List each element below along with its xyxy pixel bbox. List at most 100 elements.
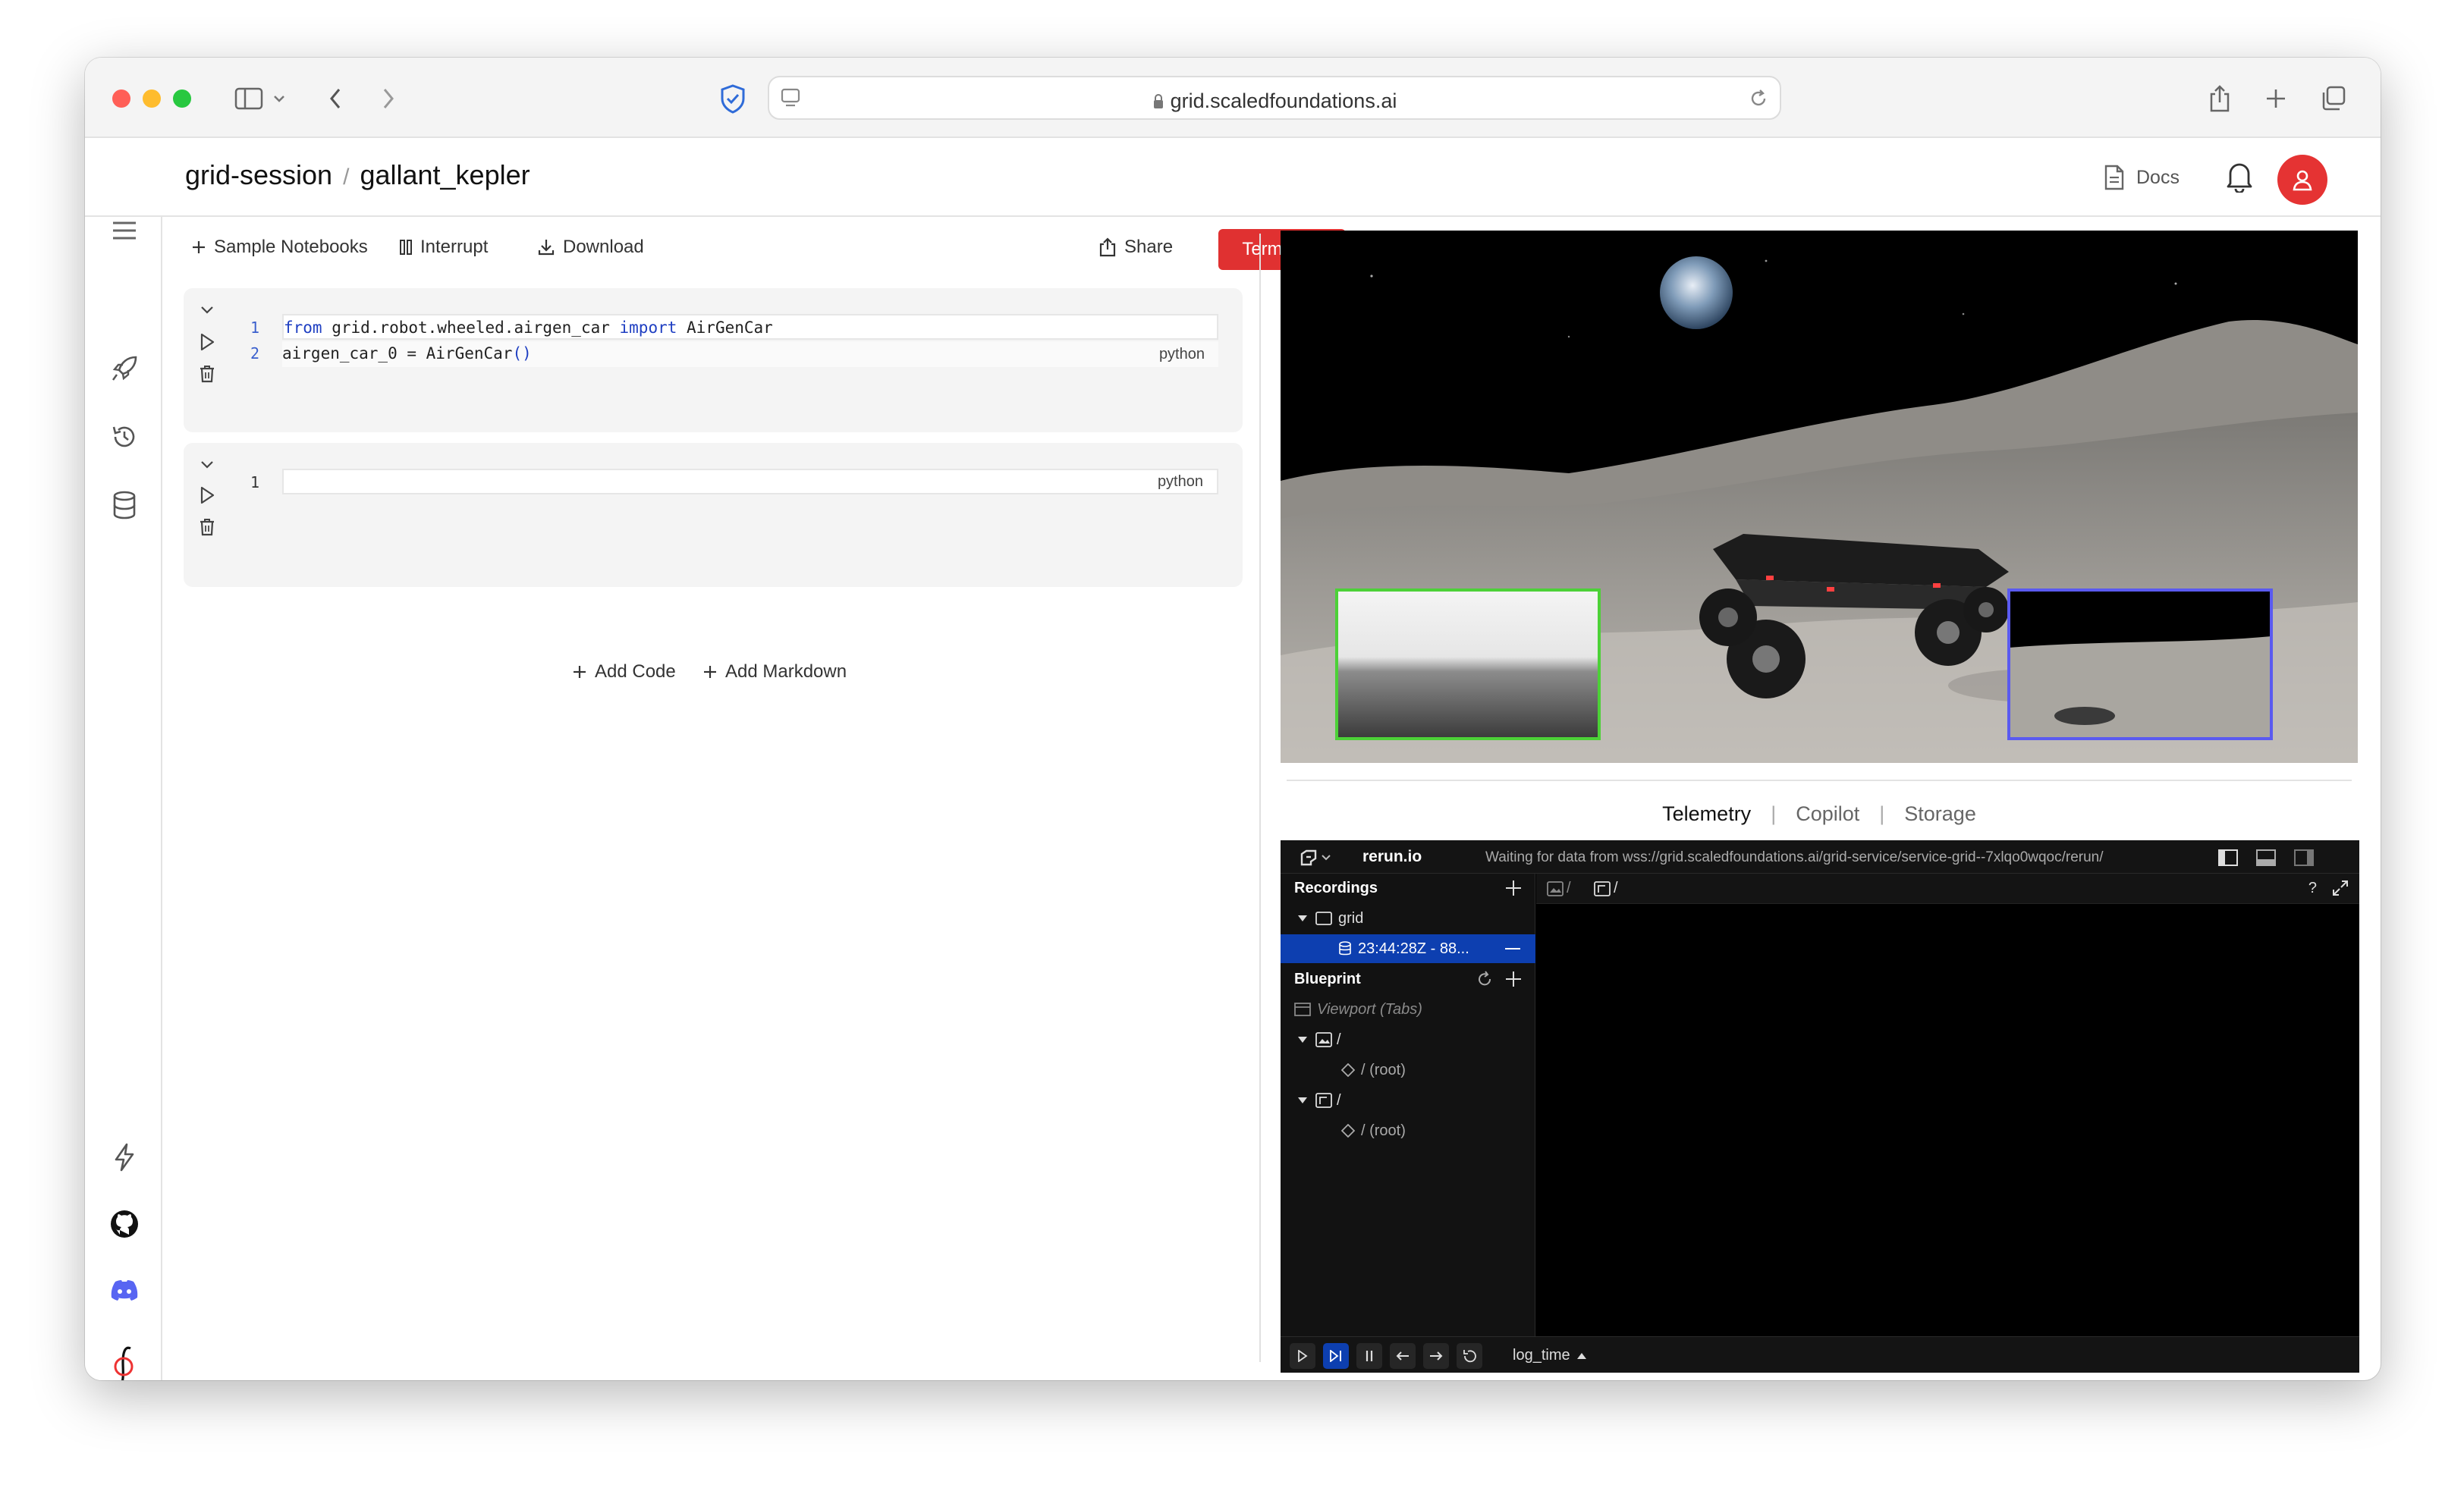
minimize-window-button[interactable]: [143, 89, 161, 108]
tab-copilot[interactable]: Copilot: [1796, 802, 1859, 826]
keyword: from: [284, 319, 322, 337]
shield-icon[interactable]: [715, 80, 751, 117]
code-editor-empty[interactable]: python: [282, 469, 1218, 494]
timeline-selector[interactable]: log_time: [1513, 1347, 1587, 1364]
moon-scene-image: [1281, 231, 2358, 763]
code-cell: 1 2 from grid.robot.wheeled.airgen_car i…: [184, 288, 1243, 432]
interrupt-button[interactable]: Interrupt: [399, 237, 488, 258]
avatar[interactable]: [2277, 155, 2327, 205]
rerun-brand[interactable]: rerun.io: [1362, 848, 1422, 866]
line-number: 1: [250, 319, 259, 337]
code-paren: (): [512, 344, 532, 363]
recording-item[interactable]: 23:44:28Z - 88...: [1281, 934, 1535, 963]
rerun-menu-button[interactable]: [1299, 848, 1331, 868]
view-3d-row[interactable]: /: [1281, 1086, 1535, 1115]
view-2d-row[interactable]: /: [1281, 1025, 1535, 1054]
chevron-down-icon[interactable]: [267, 80, 291, 117]
bell-icon[interactable]: [2224, 159, 2255, 193]
run-cell-icon[interactable]: [196, 484, 218, 507]
step-back-icon[interactable]: [1390, 1343, 1416, 1369]
app-icon: [1315, 912, 1332, 925]
sample-notebooks-button[interactable]: Sample Notebooks: [191, 237, 368, 258]
new-tab-icon[interactable]: [2258, 80, 2294, 117]
user-icon: [2293, 170, 2312, 191]
breadcrumb-root[interactable]: grid-session: [185, 159, 332, 190]
toggle-bottom-panel-icon[interactable]: [2256, 849, 2276, 866]
spatial-view-icon: [1315, 1093, 1332, 1108]
discord-icon[interactable]: [108, 1274, 141, 1307]
tab-storage[interactable]: Storage: [1904, 802, 1976, 826]
view-path: /: [1337, 1091, 1341, 1109]
history-icon[interactable]: [108, 420, 141, 454]
step-forward-icon[interactable]: [1423, 1343, 1449, 1369]
share-page-icon[interactable]: [2202, 80, 2238, 117]
tab-telemetry[interactable]: Telemetry: [1662, 802, 1751, 826]
share-label: Share: [1124, 237, 1174, 257]
line-gutter: 1: [237, 469, 282, 494]
maximize-icon[interactable]: [2332, 880, 2349, 896]
tab-overview-icon[interactable]: [2315, 80, 2352, 117]
delete-cell-icon[interactable]: [196, 363, 218, 385]
lightning-icon[interactable]: [108, 1141, 141, 1174]
back-icon[interactable]: [317, 80, 354, 117]
zoom-window-button[interactable]: [173, 89, 191, 108]
add-code-button[interactable]: Add Code: [572, 661, 676, 683]
collapse-cell-icon[interactable]: [196, 299, 218, 322]
line-gutter: 1 2: [237, 314, 282, 367]
rocket-icon[interactable]: [108, 352, 141, 385]
tab-separator: |: [1879, 802, 1885, 825]
recording-app-row[interactable]: grid: [1281, 904, 1535, 933]
simulation-viewport[interactable]: [1281, 231, 2358, 763]
help-button[interactable]: ?: [2308, 880, 2317, 897]
breadcrumb-session[interactable]: gallant_kepler: [360, 159, 530, 190]
loop-icon[interactable]: [1457, 1343, 1482, 1369]
panel-divider[interactable]: [1259, 234, 1261, 1362]
close-recording-icon[interactable]: [1505, 947, 1520, 950]
entity-root-row[interactable]: / (root): [1281, 1056, 1535, 1084]
share-button[interactable]: Share: [1098, 237, 1173, 258]
panel-tabs: Telemetry | Copilot | Storage: [1281, 802, 2358, 826]
add-view-icon[interactable]: [1505, 971, 1522, 987]
docs-button[interactable]: Docs: [2103, 158, 2180, 197]
code-editor-line-2[interactable]: airgen_car_0 = AirGenCar() python: [282, 341, 1218, 367]
timeline-label: log_time: [1513, 1347, 1570, 1364]
toggle-right-panel-icon[interactable]: [2294, 849, 2314, 866]
github-icon[interactable]: [108, 1207, 141, 1241]
reset-blueprint-icon[interactable]: [1476, 971, 1493, 987]
language-label: python: [1158, 346, 1205, 363]
database-icon[interactable]: [108, 488, 141, 522]
reload-icon[interactable]: [1748, 88, 1769, 109]
address-bar[interactable]: grid.scaledfoundations.ai: [768, 76, 1781, 120]
rerun-top-bar: rerun.io Waiting for data from wss://gri…: [1281, 840, 2359, 874]
rerun-canvas[interactable]: [1536, 904, 2359, 1336]
viewport-label: Viewport (Tabs): [1317, 1000, 1422, 1018]
entity-root-row[interactable]: / (root): [1281, 1116, 1535, 1145]
tab-spatial-view-label: /: [1614, 880, 1618, 896]
sidebar-toggle-icon[interactable]: [231, 80, 267, 117]
code-text: airgen_car_0 = AirGenCar: [282, 344, 513, 363]
code-editor-line-1[interactable]: from grid.robot.wheeled.airgen_car impor…: [282, 314, 1218, 340]
line-number: 2: [250, 344, 259, 363]
docs-label: Docs: [2136, 166, 2180, 188]
tab-spatial-view[interactable]: /: [1594, 880, 1618, 897]
forward-icon[interactable]: [370, 80, 407, 117]
follow-icon[interactable]: [1323, 1343, 1349, 1369]
tab-image-view[interactable]: /: [1547, 880, 1571, 897]
close-window-button[interactable]: [112, 89, 130, 108]
play-icon[interactable]: [1290, 1343, 1315, 1369]
toggle-left-panel-icon[interactable]: [2218, 849, 2238, 866]
add-markdown-button[interactable]: Add Markdown: [702, 661, 847, 683]
add-recording-icon[interactable]: [1505, 880, 1522, 896]
rgb-camera-inset: [2007, 588, 2273, 740]
collapse-cell-icon[interactable]: [196, 454, 218, 476]
tab-separator: |: [1771, 802, 1777, 825]
caret-down-icon: [1297, 1097, 1308, 1104]
viewport-row[interactable]: Viewport (Tabs): [1281, 995, 1535, 1024]
grid-logo-icon[interactable]: [108, 1344, 141, 1380]
delete-cell-icon[interactable]: [196, 516, 218, 538]
menu-icon[interactable]: [108, 214, 141, 247]
diamond-icon: [1341, 1124, 1355, 1138]
pause-icon[interactable]: [1356, 1343, 1382, 1369]
run-cell-icon[interactable]: [196, 331, 218, 353]
download-button[interactable]: Download: [537, 237, 644, 258]
